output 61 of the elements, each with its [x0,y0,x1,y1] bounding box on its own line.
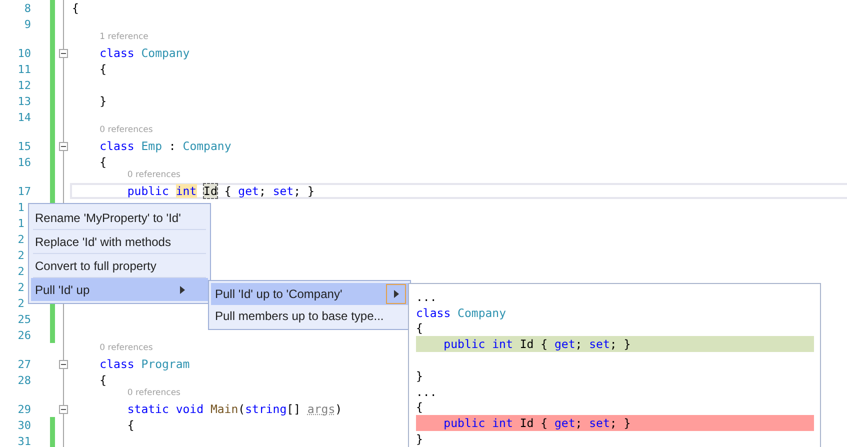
line-number: 10 [18,46,31,60]
collapse-icon[interactable] [58,142,68,150]
code-line: { [416,320,424,336]
code-line: { [416,400,424,416]
code-line: class Company [100,46,190,60]
menu-item[interactable]: Replace 'Id' with methods [31,230,208,253]
line-number: 1 [18,200,24,214]
line-number: 26 [18,328,31,342]
line-number: 2 [18,296,24,310]
collapse-icon[interactable] [58,404,68,414]
line-number: 8 [24,2,31,14]
code-text: { [223,184,232,198]
line-number: 15 [18,140,31,152]
collapse-icon[interactable] [58,48,68,58]
line-number: 2 [18,280,24,294]
line-number: 27 [18,358,31,370]
line-number: 29 [18,402,31,416]
caret-right-icon [180,286,184,294]
line-number: 2 [18,264,24,278]
code-line: } [100,94,107,108]
caret-right-icon [394,290,398,298]
line-number: 16 [18,156,31,168]
menu-item[interactable]: Pull members up to base type... [211,305,408,327]
line-number: 1 [18,216,24,230]
code-text: get [238,184,259,198]
line-number: 31 [18,434,31,447]
line-number: 13 [18,94,31,108]
code-line: ... [416,289,438,305]
highlighted-symbol: int [176,184,197,198]
code-line: { [72,1,79,15]
code-line: } [416,368,424,384]
code-line: { [100,373,107,387]
menu-item[interactable]: Rename 'MyProperty' to 'Id' [31,206,208,229]
line-number: 25 [18,312,31,326]
line-number: 11 [18,62,31,76]
code-line: class Company [416,304,508,321]
line-number: 2 [18,248,24,262]
code-text: ; [258,184,267,198]
code-line: ... [416,384,438,400]
code-text: ; } [294,184,314,198]
menu-item[interactable]: Pull 'Id' up [31,278,208,301]
collapse-icon[interactable] [58,360,68,368]
code-line: static void Main(string[] args) [127,402,342,416]
code-line: { [100,62,107,76]
menu-item[interactable]: Convert to full property [31,254,208,277]
line-number: 28 [18,374,31,386]
code-text: set [272,184,294,198]
line-number: 2 [18,232,24,246]
code-line: { [127,418,134,432]
code-line: { [100,155,107,169]
line-number: 30 [18,418,31,432]
rename-target: Id [204,184,218,198]
line-number: 17 [18,184,31,198]
line-number: 9 [24,18,31,30]
line-number: 12 [18,78,31,92]
line-number: 14 [18,110,31,124]
code-line: class Program [100,357,190,371]
menu-item[interactable]: Pull 'Id' up to 'Company' [211,283,408,305]
code-line: } [416,431,424,447]
code-text: public [127,184,170,198]
code-line: class Emp : Company [100,139,232,153]
